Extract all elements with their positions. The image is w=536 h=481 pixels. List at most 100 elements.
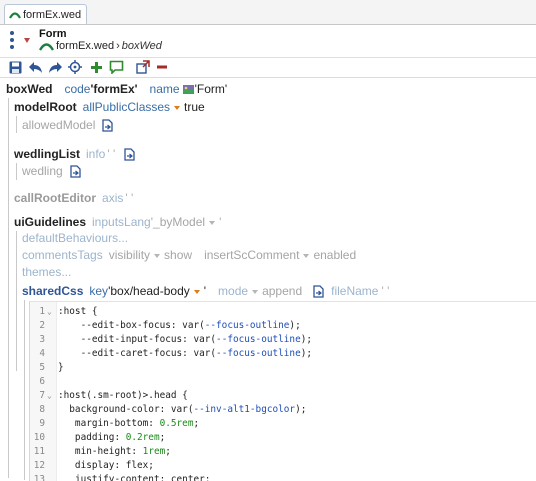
comment-icon[interactable] — [108, 59, 124, 75]
mode-value[interactable]: append — [262, 284, 302, 299]
add-icon[interactable] — [88, 59, 104, 75]
save-icon[interactable] — [7, 59, 23, 75]
code-line[interactable]: 9 margin-bottom: 0.5rem; — [30, 417, 536, 431]
themes-row[interactable]: themes... — [22, 265, 71, 280]
boxwed-row[interactable]: boxWed code 'formEx' name 'Form' — [6, 82, 227, 97]
code-token: padding: — [58, 432, 126, 443]
sharedcss-row[interactable]: sharedCss key 'box/head-body ' mode appe… — [22, 284, 389, 299]
tab-strip: formEx.wed — [0, 0, 536, 25]
chevron-down-icon[interactable] — [24, 38, 30, 43]
tree-guide-line — [16, 116, 17, 133]
tab-formex[interactable]: formEx.wed — [4, 4, 88, 24]
header-kind: Form — [39, 28, 67, 40]
code-token: 0.2rem — [125, 432, 160, 443]
code-token: ); — [295, 404, 307, 415]
code-token: 1rem — [142, 446, 166, 457]
themes-label[interactable]: themes... — [22, 265, 71, 280]
chevron-down-icon[interactable] — [154, 253, 161, 258]
visibility-value[interactable]: show — [164, 248, 192, 263]
info-value[interactable]: ' ' — [107, 147, 115, 162]
line-number: 9 — [39, 418, 45, 429]
code-line[interactable]: 3 --edit-input-focus: var(--focus-outlin… — [30, 333, 536, 347]
key-value[interactable]: 'box/head-body — [108, 284, 190, 299]
defaultbehaviours-row[interactable]: defaultBehaviours... — [22, 231, 128, 246]
uiguidelines-keyword: uiGuidelines — [14, 215, 87, 229]
inputslang-label: inputsLang — [92, 215, 151, 229]
chevron-down-icon[interactable] — [252, 289, 259, 294]
chevron-down-icon[interactable] — [174, 105, 181, 110]
code-line[interactable]: 4 --edit-caret-focus: var(--focus-outlin… — [30, 347, 536, 361]
code-token: --focus-outline — [204, 320, 290, 331]
code-token: background-color: var( — [58, 404, 194, 415]
defaultbehaviours-label[interactable]: defaultBehaviours... — [22, 231, 128, 246]
code-line[interactable]: 11 min-height: 1rem; — [30, 445, 536, 459]
code-token: min-height: — [58, 446, 143, 457]
code-text: display: flex; — [58, 459, 154, 473]
inputslang-value[interactable]: '_byModel — [151, 215, 205, 230]
new-document-icon[interactable] — [101, 119, 114, 132]
commentstags-label: commentsTags — [22, 248, 103, 262]
modelroot-row[interactable]: modelRoot allPublicClasses true — [14, 100, 205, 115]
allowedmodel-row[interactable]: allowedModel — [22, 118, 114, 133]
code-value[interactable]: 'formEx' — [90, 82, 137, 97]
filename-label: fileName — [331, 284, 379, 298]
code-token: --edit-input-focus: var( — [58, 334, 217, 345]
redo-icon[interactable] — [47, 59, 63, 75]
code-token: :host(.sm-root)>.head { — [58, 390, 188, 401]
fold-icon[interactable]: ⌄ — [47, 389, 52, 403]
code-line[interactable]: 10 padding: 0.2rem; — [30, 431, 536, 445]
fold-icon[interactable]: ⌄ — [47, 305, 52, 319]
more-menu-icon[interactable] — [9, 31, 15, 49]
code-token: --edit-caret-focus: var( — [58, 348, 217, 359]
visibility-label: visibility — [108, 248, 151, 262]
code-text: :host { — [58, 305, 98, 319]
code-text: :host(.sm-root)>.head { — [58, 389, 188, 403]
code-text: --edit-box-focus: var(--focus-outline); — [58, 319, 301, 333]
axis-value[interactable]: ' ' — [125, 191, 133, 206]
line-number: 3 — [39, 334, 45, 345]
code-line[interactable]: 12 display: flex; — [30, 459, 536, 473]
open-external-icon[interactable] — [135, 59, 151, 75]
code-token: --edit-box-focus: var( — [58, 320, 205, 331]
code-line[interactable]: 2 --edit-box-focus: var(--focus-outline)… — [30, 319, 536, 333]
filename-value[interactable]: ' ' — [381, 284, 389, 299]
code-text: --edit-input-focus: var(--focus-outline)… — [58, 333, 312, 347]
wedling-row[interactable]: wedling — [22, 164, 82, 179]
line-number: 4 — [39, 348, 45, 359]
insertsccomment-value[interactable]: enabled — [313, 248, 356, 263]
code-token: } — [58, 362, 64, 373]
remove-icon[interactable] — [154, 59, 170, 75]
wedlinglist-keyword: wedlingList — [14, 147, 80, 161]
chevron-down-icon[interactable] — [209, 220, 216, 225]
code-token: --focus-outline — [216, 348, 301, 359]
wedlinglist-row[interactable]: wedlingList info ' ' — [14, 147, 136, 162]
code-token: ); — [300, 334, 313, 345]
code-line[interactable]: 8 background-color: var(--inv-alt1-bgcol… — [30, 403, 536, 417]
new-document-icon[interactable] — [69, 165, 82, 178]
code-line[interactable]: 5} — [30, 361, 536, 375]
code-text: padding: 0.2rem; — [58, 431, 165, 445]
new-document-icon[interactable] — [123, 148, 136, 161]
code-text: } — [58, 361, 64, 375]
editor-header: Form formEx.wed › boxWed — [0, 25, 536, 56]
code-token: ); — [300, 348, 313, 359]
chevron-down-icon[interactable] — [303, 253, 310, 258]
commentstags-row[interactable]: commentsTags visibility show insertScCom… — [22, 248, 356, 263]
code-token: 0.5rem — [159, 418, 194, 429]
new-document-icon[interactable] — [312, 285, 325, 298]
tree-guide-line — [8, 98, 9, 478]
callrooteditor-row[interactable]: callRootEditor axis ' ' — [14, 191, 133, 206]
uiguidelines-row[interactable]: uiGuidelines inputsLang '_byModel ' — [14, 215, 221, 230]
undo-icon[interactable] — [27, 59, 43, 75]
code-line[interactable]: 1 ⌄:host { — [30, 305, 536, 319]
breadcrumb-file[interactable]: formEx.wed — [56, 40, 114, 52]
chevron-down-icon[interactable] — [193, 289, 200, 294]
code-line[interactable]: 7 ⌄:host(.sm-root)>.head { — [30, 389, 536, 403]
allpublicclasses-value[interactable]: true — [184, 100, 205, 115]
code-line[interactable]: 6 — [30, 375, 536, 389]
css-code-editor[interactable]: 1 ⌄:host {2 --edit-box-focus: var(--focus… — [29, 301, 536, 481]
target-icon[interactable] — [67, 59, 83, 75]
name-value[interactable]: 'Form' — [195, 82, 228, 97]
allowedmodel-label: allowedModel — [22, 118, 96, 132]
breadcrumb-element[interactable]: boxWed — [122, 40, 162, 52]
